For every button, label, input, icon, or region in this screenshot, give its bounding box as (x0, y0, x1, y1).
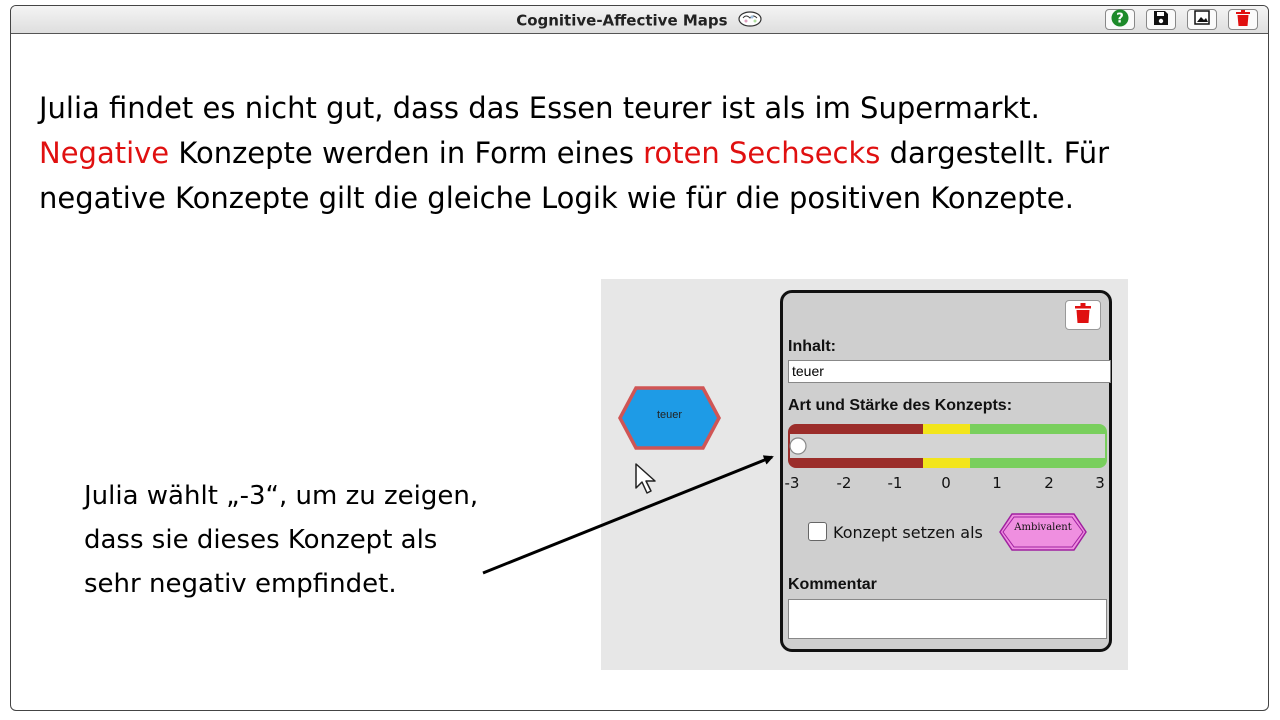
tick-label: 2 (1044, 474, 1054, 492)
tick-label: 0 (941, 474, 951, 492)
checkbox-label: Konzept setzen als (833, 523, 983, 542)
ambivalent-hexagon: Ambivalent (998, 512, 1088, 552)
tick-label: -1 (887, 474, 903, 492)
tick-label: -3 (784, 474, 800, 492)
delete-map-button[interactable] (1228, 9, 1258, 30)
trash-icon (1075, 303, 1091, 327)
svg-text:?: ? (1116, 11, 1124, 26)
concept-node-label: teuer (656, 409, 683, 421)
save-icon (1153, 10, 1169, 30)
save-button[interactable] (1146, 9, 1176, 30)
ambivalent-label: Ambivalent (1014, 522, 1072, 533)
ambivalent-checkbox[interactable] (808, 522, 827, 541)
caption-text: Julia wählt „-3“, um zu zeigen, dass sie… (84, 481, 479, 599)
intro-line-1: Julia findet es nicht gut, dass das Esse… (39, 91, 1040, 125)
red-hexagon-phrase: roten Sechsecks (643, 136, 881, 170)
help-button[interactable]: ? (1105, 9, 1135, 30)
comment-textarea[interactable] (788, 599, 1107, 639)
image-icon (1194, 10, 1210, 29)
tick-label: -2 (836, 474, 852, 492)
negative-word: Negative (39, 136, 170, 170)
cam-canvas[interactable]: teuer Inhalt: teuer Art und Stärke des K… (601, 279, 1128, 670)
intro-line-2-mid: Konzepte werden in Form eines (169, 136, 644, 170)
delete-concept-button[interactable] (1065, 300, 1101, 330)
trash-icon (1236, 9, 1250, 30)
title-bar: Cognitive-Affective Maps ? (11, 6, 1268, 34)
app-title: Cognitive-Affective Maps (11, 10, 1268, 32)
app-title-text: Cognitive-Affective Maps (516, 11, 728, 30)
slider-thumb (789, 437, 807, 455)
concept-node-teuer[interactable]: teuer (618, 386, 721, 450)
intro-text: Julia findet es nicht gut, dass das Esse… (39, 86, 1239, 221)
slider-ticks: -3 -2 -1 0 1 2 3 (784, 474, 1106, 494)
intro-line-3: negative Konzepte gilt die gleiche Logik… (39, 181, 1074, 215)
strength-label: Art und Stärke des Konzepts: (788, 397, 1013, 414)
tick-label: 3 (1095, 474, 1105, 492)
concept-edit-panel: Inhalt: teuer Art und Stärke des Konzept… (780, 290, 1112, 652)
intro-line-2-end: dargestellt. Für (880, 136, 1110, 170)
tick-label: 1 (992, 474, 1002, 492)
content-label: Inhalt: (788, 338, 836, 355)
mouse-cursor-icon (634, 462, 664, 500)
brain-icon (737, 10, 763, 32)
comment-label: Kommentar (788, 576, 877, 593)
export-image-button[interactable] (1187, 9, 1217, 30)
help-icon: ? (1111, 9, 1129, 31)
app-window: Cognitive-Affective Maps ? Julia findet … (10, 5, 1269, 711)
strength-slider[interactable] (788, 424, 1107, 468)
content-input[interactable]: teuer (788, 360, 1111, 383)
intro-line-2: Negative Konzepte werden in Form eines r… (39, 131, 1239, 176)
